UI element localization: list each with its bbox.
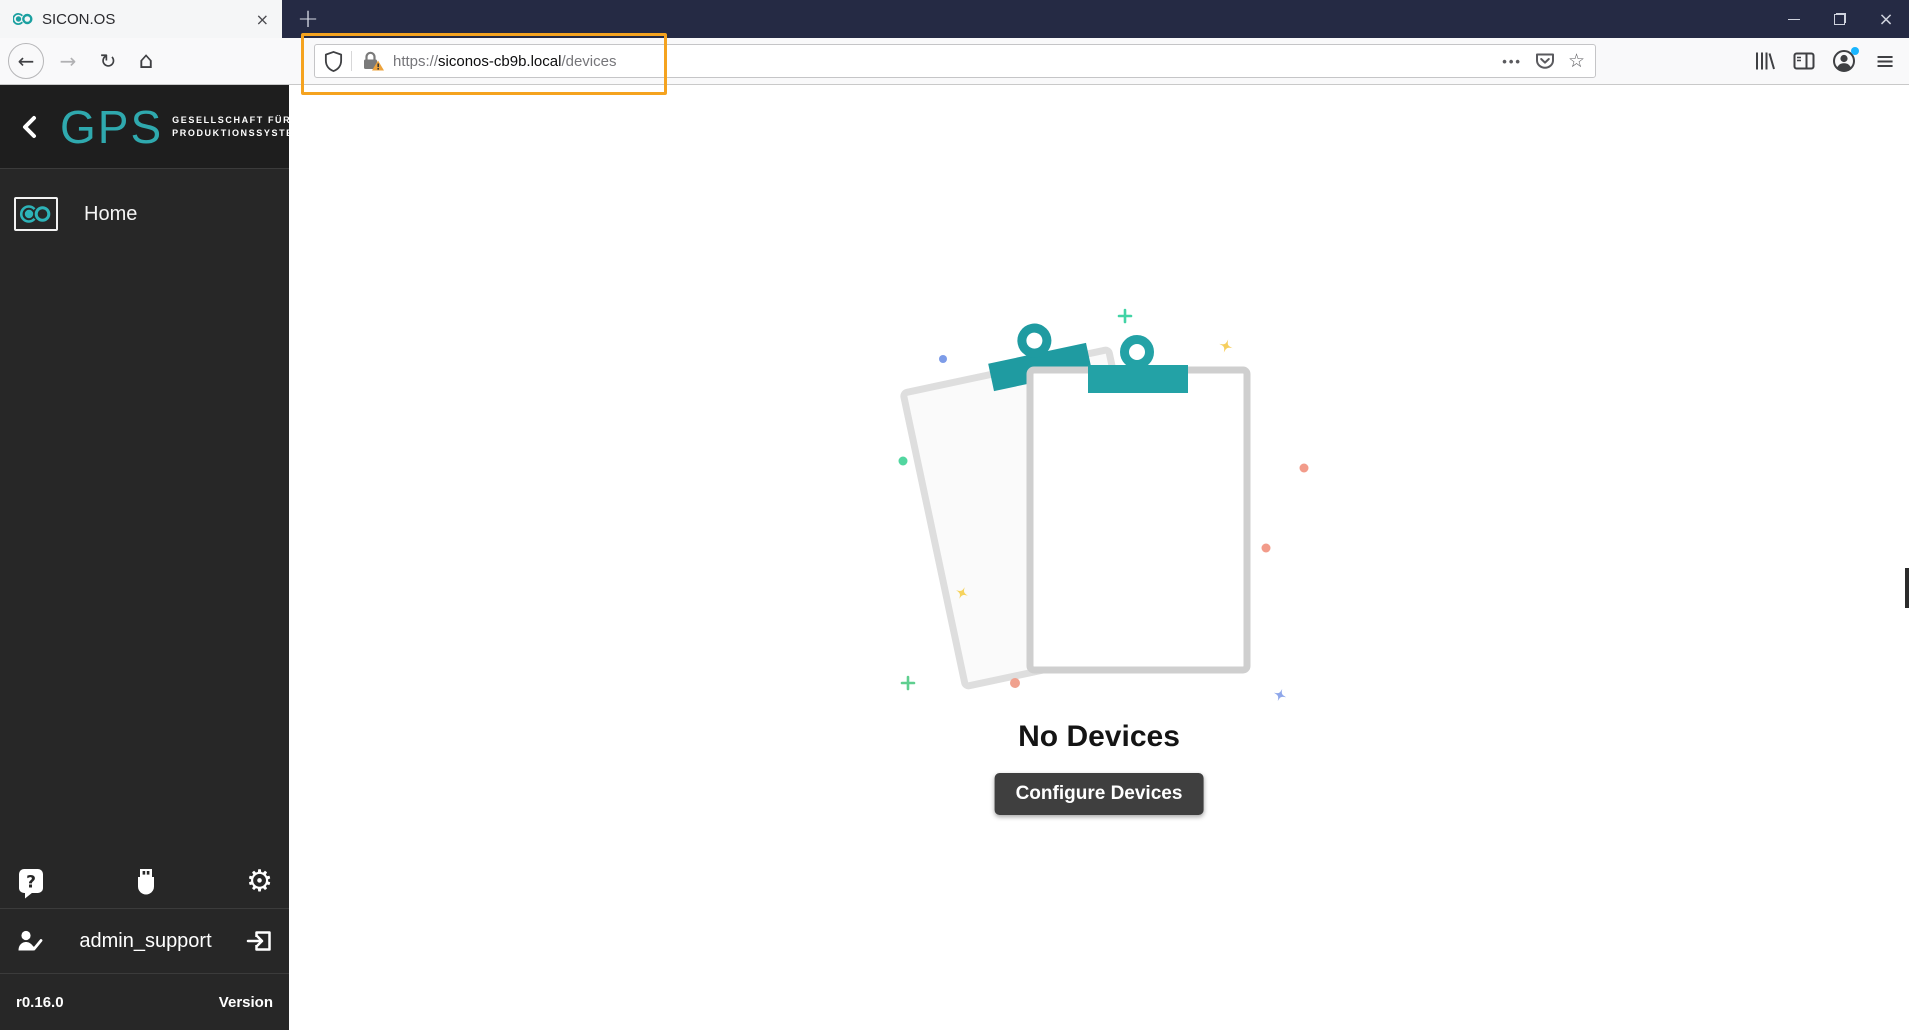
new-tab-button[interactable]: + (290, 0, 326, 38)
empty-clipboards-illustration (898, 308, 1309, 702)
pocket-icon[interactable] (1534, 51, 1556, 72)
library-icon[interactable] (1746, 45, 1782, 77)
version-label: Version (218, 993, 273, 1011)
sidebar-user-row: admin_support (0, 909, 289, 973)
main-content: No Devices Configure Devices (289, 85, 1909, 1030)
restore-button[interactable] (1817, 0, 1863, 38)
account-notification-dot (1851, 47, 1859, 55)
url-path: /devices (561, 52, 617, 70)
collapse-sidebar-icon[interactable] (20, 115, 38, 139)
gps-subtitle-line1: GESELLSCHAFT FÜR (172, 114, 292, 125)
tab-title: SICON.OS (42, 10, 116, 28)
settings-gear-icon[interactable]: ⚙ (246, 867, 273, 897)
browser-tab-siconos[interactable]: SICON.OS × (0, 0, 282, 38)
browser-window: SICON.OS × + × ← → ↻ ⌂ https://siconos-c… (0, 0, 1909, 1030)
shield-icon[interactable] (323, 50, 344, 73)
svg-text:?: ? (26, 872, 36, 892)
empty-state-title: No Devices (1018, 720, 1180, 753)
sidebar-toggle-icon[interactable] (1786, 45, 1822, 77)
user-check-icon[interactable] (16, 928, 46, 954)
urlbar-divider (351, 51, 352, 71)
current-user-name: admin_support (79, 929, 212, 952)
account-icon[interactable] (1826, 45, 1862, 77)
logout-icon[interactable] (245, 928, 273, 954)
forward-button[interactable]: → (52, 45, 84, 77)
sidebar-item-home[interactable]: Home (0, 191, 289, 237)
navigation-toolbar: ← → ↻ ⌂ https://siconos-cb9b.local/devic… (0, 33, 1909, 95)
url-scheme: https:// (393, 52, 439, 70)
configure-devices-button[interactable]: Configure Devices (994, 773, 1204, 815)
tab-bar: SICON.OS × + × (0, 0, 1909, 38)
sidebar-footer: r0.16.0 Version (0, 974, 289, 1030)
sidebar-nav: Home (0, 191, 289, 237)
hamburger-menu-icon[interactable]: ≡ (1867, 45, 1903, 77)
close-icon: × (1878, 8, 1894, 30)
minimize-icon (1788, 18, 1800, 20)
sidebar-item-home-label: Home (84, 202, 138, 225)
tab-close-icon[interactable]: × (253, 10, 272, 29)
scrollbar-thumb[interactable] (1905, 568, 1909, 608)
reload-button[interactable]: ↻ (92, 45, 124, 77)
usb-icon[interactable] (133, 867, 159, 897)
sidebar: GPS GESELLSCHAFT FÜR PRODUKTIONSSYSTEME … (0, 85, 309, 1030)
gps-logo: GPS (60, 100, 164, 153)
bookmark-star-icon[interactable]: ☆ (1568, 50, 1585, 72)
help-icon[interactable]: ? (16, 866, 46, 899)
close-window-button[interactable]: × (1863, 0, 1909, 38)
sidebar-header: GPS GESELLSCHAFT FÜR PRODUKTIONSSYSTEME (0, 85, 309, 169)
version-value: r0.16.0 (16, 993, 64, 1011)
back-button[interactable]: ← (8, 43, 44, 79)
insecure-lock-warning-icon[interactable] (359, 50, 385, 72)
minimize-button[interactable] (1771, 0, 1817, 38)
siconos-favicon-icon (13, 12, 33, 26)
window-controls: × (1771, 0, 1909, 38)
url-domain: siconos-cb9b.local (438, 52, 562, 70)
siconos-home-icon (14, 197, 58, 231)
restore-icon (1834, 13, 1846, 25)
page-actions-icon[interactable]: ••• (1502, 54, 1522, 69)
browser-home-button[interactable]: ⌂ (130, 45, 162, 77)
clipboard-front (1026, 335, 1251, 674)
url-text[interactable]: https://siconos-cb9b.local/devices (393, 53, 616, 70)
url-bar[interactable]: https://siconos-cb9b.local/devices ••• ☆ (314, 44, 1596, 78)
sidebar-tools-row: ? ⚙ (0, 856, 289, 908)
